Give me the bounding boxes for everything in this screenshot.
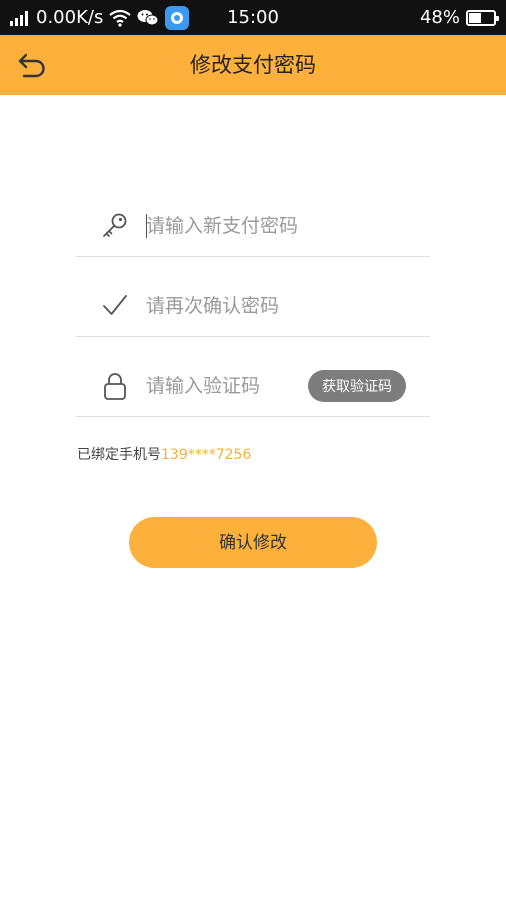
bound-phone-text: 已绑定手机号139****7256 [77, 444, 251, 464]
app-header: 修改支付密码 [0, 35, 506, 95]
new-password-input[interactable] [146, 209, 366, 243]
bound-phone-number: 139****7256 [161, 447, 252, 463]
battery-percent: 48% [419, 7, 460, 28]
get-code-button[interactable]: 获取验证码 [308, 370, 406, 402]
confirm-password-input[interactable] [146, 289, 366, 323]
status-right: 48% [419, 0, 499, 35]
page-title: 修改支付密码 [190, 53, 316, 77]
check-icon [100, 291, 130, 321]
status-bar: 0.00K/s 15:00 48% [0, 0, 506, 35]
battery-icon [466, 9, 499, 26]
confirm-password-row [76, 277, 430, 337]
verification-code-row: 获取验证码 [76, 357, 430, 417]
new-password-row [76, 197, 430, 257]
key-icon [100, 211, 130, 241]
confirm-change-button[interactable]: 确认修改 [129, 517, 377, 568]
bound-phone-label: 已绑定手机号 [77, 447, 161, 463]
battery-fill [469, 12, 481, 23]
verification-code-input[interactable] [146, 369, 296, 403]
text-caret [146, 214, 147, 238]
lock-icon [100, 371, 130, 401]
